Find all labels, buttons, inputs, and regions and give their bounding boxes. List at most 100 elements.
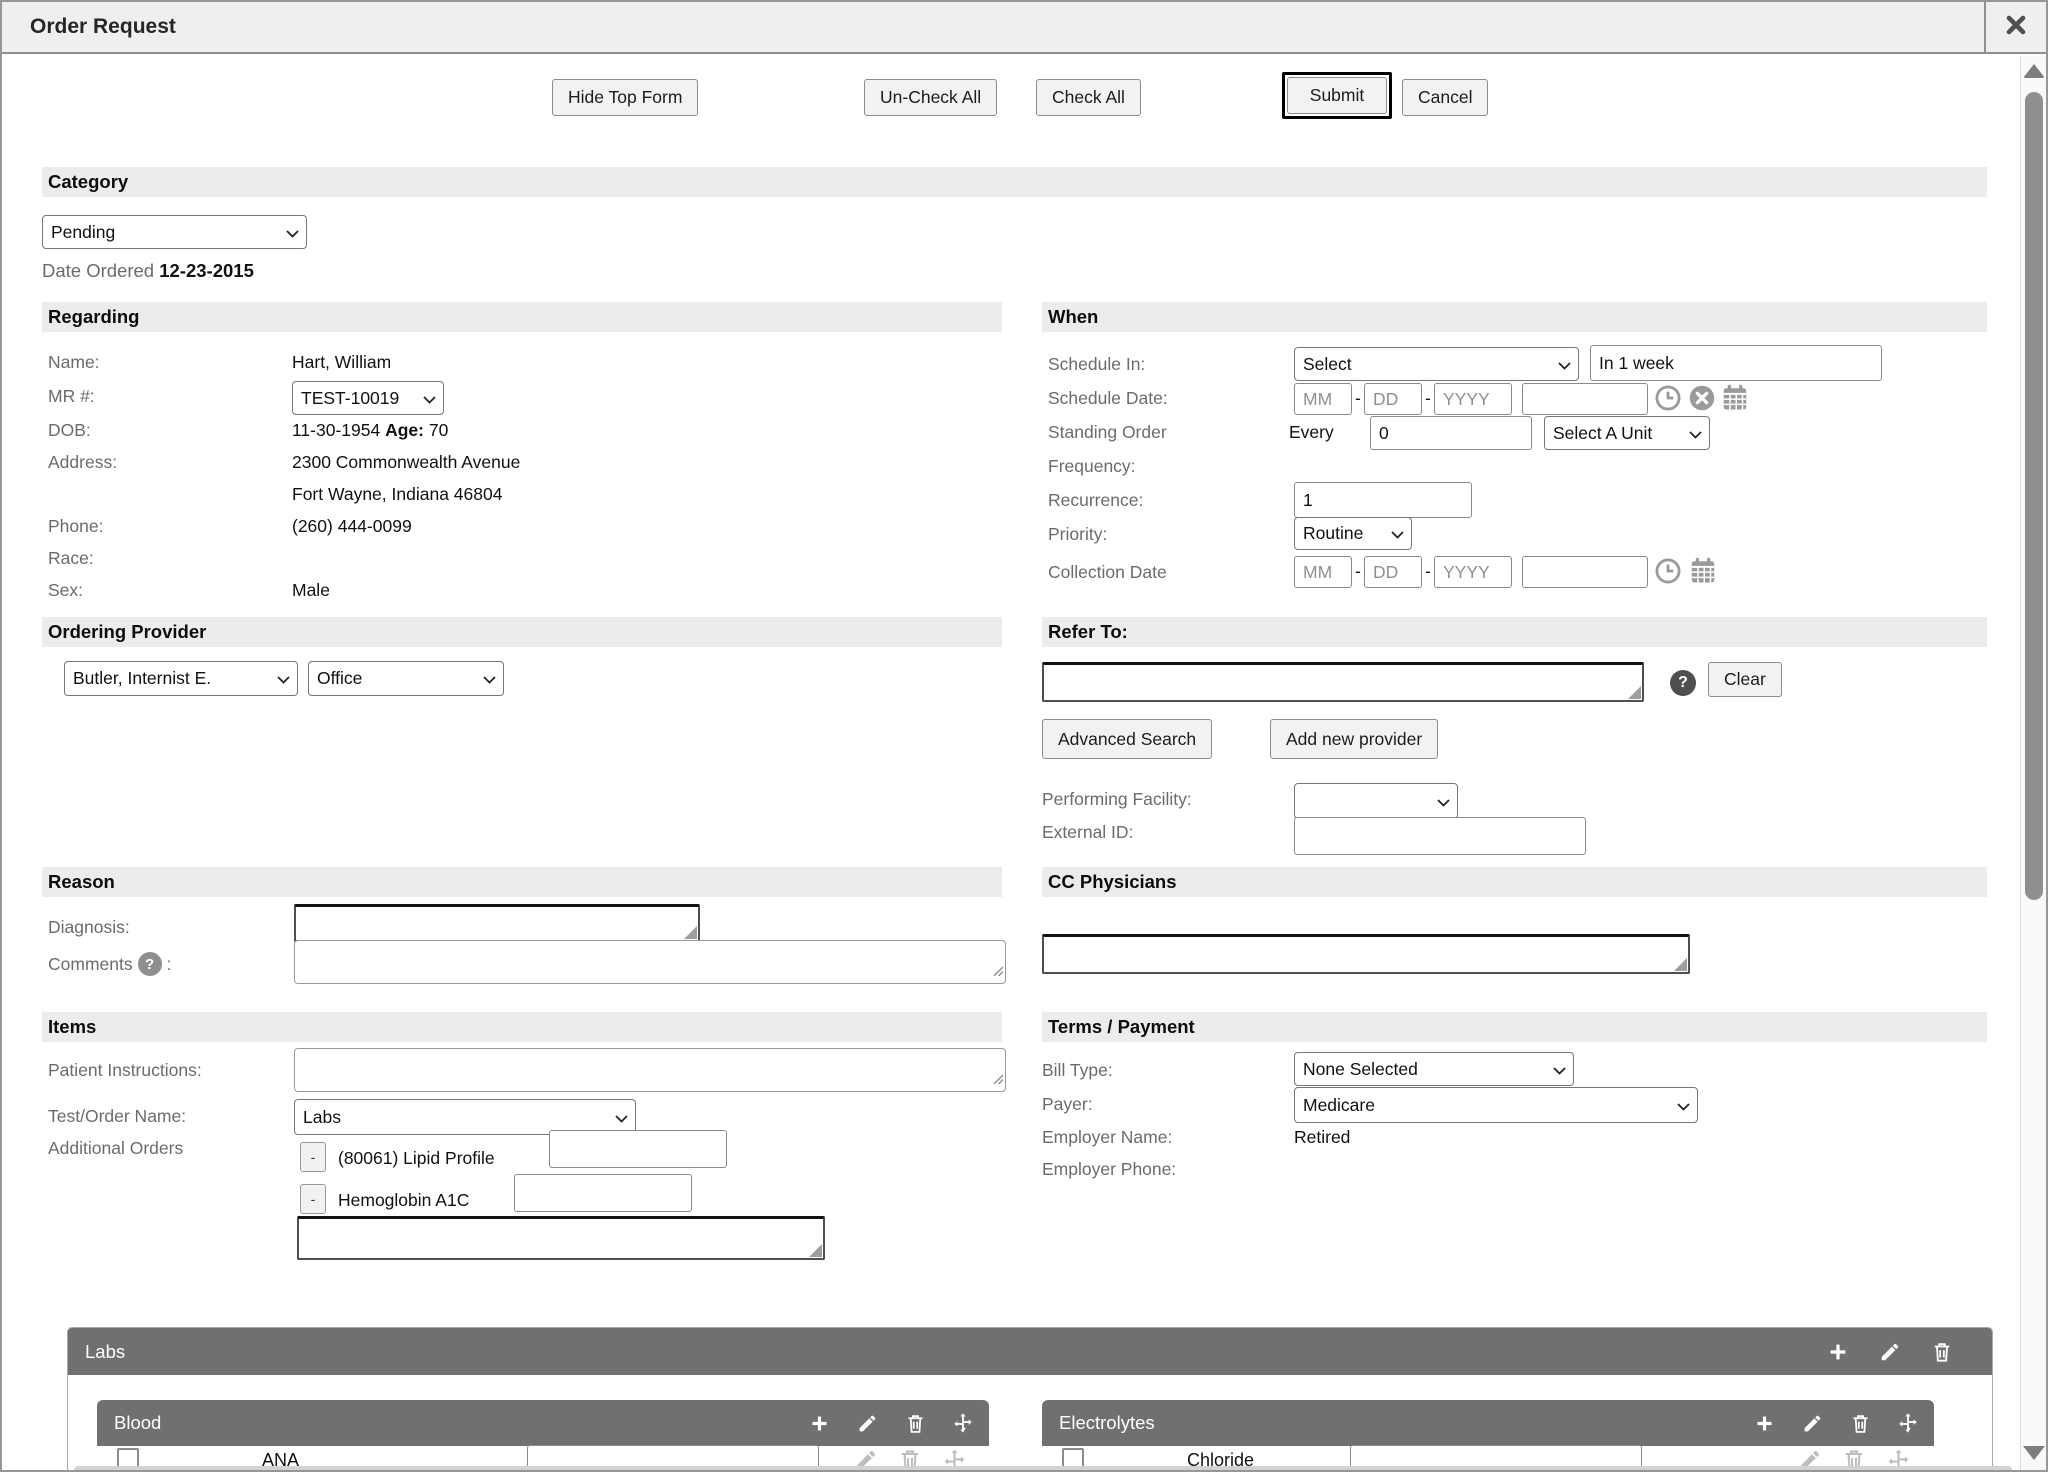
dob-label: DOB:: [48, 420, 91, 441]
check-all-button[interactable]: Check All: [1036, 79, 1141, 116]
chevron-down-icon: [615, 1107, 628, 1128]
group-title: Electrolytes: [1059, 1412, 1155, 1434]
help-icon[interactable]: ?: [1670, 670, 1696, 696]
external-id-input[interactable]: [1294, 817, 1586, 855]
edit-icon[interactable]: [855, 1413, 879, 1434]
additional-orders-input[interactable]: [297, 1216, 825, 1260]
provider-location-select[interactable]: Office: [308, 661, 504, 696]
provider-select[interactable]: Butler, Internist E.: [64, 661, 298, 696]
hide-top-form-button[interactable]: Hide Top Form: [552, 79, 698, 116]
schedule-in-text-input[interactable]: In 1 week: [1590, 345, 1882, 381]
delete-icon[interactable]: [1930, 1341, 1954, 1363]
mr-label: MR #:: [48, 386, 95, 407]
chevron-down-icon: [423, 388, 436, 409]
schedule-date-mm-input[interactable]: MM: [1294, 383, 1352, 415]
bill-type-select[interactable]: None Selected: [1294, 1052, 1574, 1086]
refer-to-search-input[interactable]: [1042, 662, 1644, 702]
delete-icon[interactable]: [903, 1413, 927, 1434]
collection-date-time-input[interactable]: [1522, 556, 1648, 588]
scrollbar-thumb[interactable]: [2025, 92, 2043, 900]
diagnosis-input[interactable]: [294, 904, 700, 942]
calendar-icon[interactable]: [1720, 382, 1750, 417]
collection-date-mm-input[interactable]: MM: [1294, 556, 1352, 588]
collection-date-yyyy-input[interactable]: YYYY: [1434, 556, 1512, 588]
test-order-name-label: Test/Order Name:: [48, 1106, 186, 1127]
recurrence-input[interactable]: 1: [1294, 482, 1472, 518]
labs-panel-header: Labs: [68, 1328, 1992, 1375]
submit-button[interactable]: Submit: [1287, 77, 1387, 114]
age-value: 70: [429, 420, 448, 440]
schedule-in-label: Schedule In:: [1048, 354, 1145, 375]
priority-select[interactable]: Routine: [1294, 517, 1412, 550]
order-item-input[interactable]: [549, 1130, 727, 1168]
edit-icon[interactable]: [1878, 1341, 1902, 1363]
chevron-down-icon: [1558, 354, 1571, 375]
add-icon[interactable]: [1826, 1341, 1850, 1363]
remove-order-button[interactable]: -: [300, 1142, 326, 1172]
patient-instructions-textarea[interactable]: [294, 1048, 1006, 1092]
delete-icon[interactable]: [1848, 1413, 1872, 1434]
cc-physicians-input[interactable]: [1042, 934, 1690, 974]
move-icon[interactable]: [951, 1412, 975, 1434]
horizontal-scrollbar[interactable]: [74, 1466, 2012, 1472]
refer-to-header: Refer To:: [1042, 617, 1987, 647]
clear-button[interactable]: Clear: [1708, 662, 1782, 697]
frequency-label: Frequency:: [1048, 456, 1136, 477]
bill-type-label: Bill Type:: [1042, 1060, 1113, 1081]
chevron-down-icon: [483, 668, 496, 689]
every-label: Every: [1289, 422, 1334, 443]
resize-grip-icon[interactable]: [992, 963, 1003, 981]
add-icon[interactable]: [1752, 1413, 1776, 1434]
clock-icon[interactable]: [1654, 557, 1682, 590]
scroll-up-button[interactable]: [2023, 64, 2045, 78]
dob-value: 11-30-1954 Age: 70: [292, 420, 448, 441]
unit-select[interactable]: Select A Unit: [1544, 416, 1710, 450]
phone-value: (260) 444-0099: [292, 516, 412, 537]
resize-grip-icon[interactable]: [992, 1071, 1003, 1089]
every-input[interactable]: 0: [1370, 416, 1532, 450]
close-button[interactable]: [1984, 2, 2046, 52]
schedule-in-select[interactable]: Select: [1294, 347, 1579, 381]
payer-select[interactable]: Medicare: [1294, 1087, 1698, 1123]
address-line2: Fort Wayne, Indiana 46804: [292, 484, 502, 505]
date-dash: -: [1425, 388, 1431, 409]
employer-name-label: Employer Name:: [1042, 1127, 1172, 1148]
chevron-down-icon: [277, 668, 290, 689]
performing-facility-select[interactable]: [1294, 783, 1458, 819]
calendar-icon[interactable]: [1688, 555, 1718, 590]
clear-date-icon[interactable]: [1688, 384, 1716, 417]
mr-select[interactable]: TEST-10019: [292, 381, 444, 415]
cancel-button[interactable]: Cancel: [1402, 79, 1488, 116]
add-new-provider-button[interactable]: Add new provider: [1270, 719, 1438, 759]
performing-facility-label: Performing Facility:: [1042, 789, 1192, 810]
category-select[interactable]: Pending: [42, 215, 307, 249]
schedule-date-dd-input[interactable]: DD: [1364, 383, 1422, 415]
move-icon[interactable]: [1896, 1412, 1920, 1434]
date-dash: -: [1425, 561, 1431, 582]
phone-label: Phone:: [48, 516, 103, 537]
order-item-input[interactable]: [514, 1174, 692, 1212]
add-icon[interactable]: [807, 1413, 831, 1434]
help-icon[interactable]: ?: [138, 952, 162, 976]
comments-label: Comments ? :: [48, 952, 171, 976]
date-ordered-label: Date Ordered 12-23-2015: [42, 260, 254, 282]
uncheck-all-button[interactable]: Un-Check All: [864, 79, 997, 116]
scroll-down-button[interactable]: [2023, 1446, 2045, 1460]
comments-textarea[interactable]: [294, 940, 1006, 984]
recurrence-label: Recurrence:: [1048, 490, 1143, 511]
cc-physicians-header: CC Physicians: [1042, 867, 1987, 897]
employer-phone-label: Employer Phone:: [1042, 1159, 1176, 1180]
schedule-date-time-input[interactable]: [1522, 383, 1648, 415]
remove-order-button[interactable]: -: [300, 1184, 326, 1214]
clock-icon[interactable]: [1654, 384, 1682, 417]
edit-icon[interactable]: [1800, 1413, 1824, 1434]
chevron-down-icon: [286, 222, 299, 243]
advanced-search-button[interactable]: Advanced Search: [1042, 719, 1212, 759]
collection-date-dd-input[interactable]: DD: [1364, 556, 1422, 588]
name-label: Name:: [48, 352, 100, 373]
schedule-date-yyyy-input[interactable]: YYYY: [1434, 383, 1512, 415]
labs-panel-title: Labs: [85, 1341, 125, 1363]
order-item-name: (80061) Lipid Profile: [338, 1148, 495, 1169]
collection-date-label: Collection Date: [1048, 562, 1167, 583]
ordering-provider-header: Ordering Provider: [42, 617, 1002, 647]
